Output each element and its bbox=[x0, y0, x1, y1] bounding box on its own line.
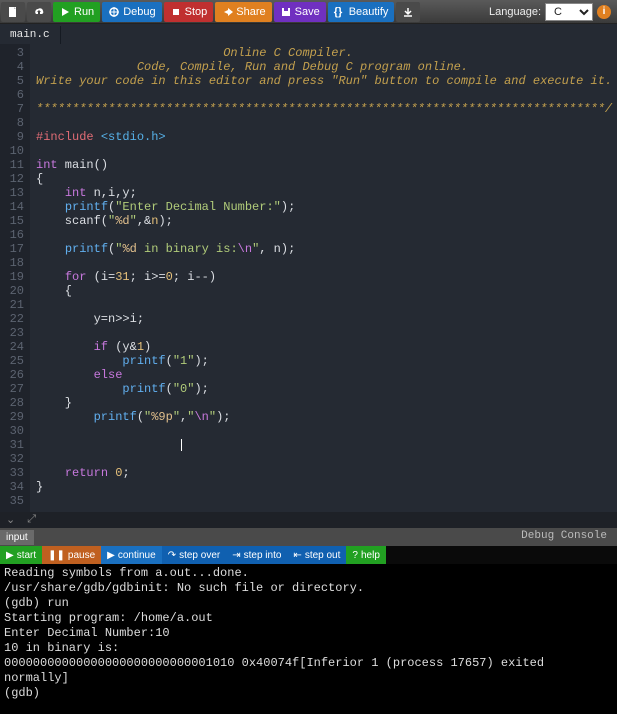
download-button[interactable] bbox=[396, 2, 420, 22]
step-over-icon: ↷ bbox=[168, 550, 176, 561]
stop-button[interactable]: Stop bbox=[164, 2, 214, 22]
language-selector: Language: C i bbox=[489, 3, 617, 21]
braces-icon: {} bbox=[334, 6, 346, 18]
debug-button[interactable]: Debug bbox=[102, 2, 161, 22]
share-label: Share bbox=[236, 6, 265, 18]
debug-start-button[interactable]: ▶start bbox=[0, 546, 42, 564]
stop-icon bbox=[170, 6, 182, 18]
bug-icon bbox=[108, 6, 120, 18]
share-button[interactable]: Share bbox=[215, 2, 271, 22]
play-icon: ▶ bbox=[107, 550, 115, 561]
run-label: Run bbox=[74, 6, 94, 18]
debug-step-into-button[interactable]: ⇥step into bbox=[226, 546, 287, 564]
step-out-icon: ⇤ bbox=[293, 550, 301, 561]
debug-help-button[interactable]: ?help bbox=[346, 546, 385, 564]
run-button[interactable]: Run bbox=[53, 2, 100, 22]
language-label: Language: bbox=[489, 6, 541, 18]
step-into-icon: ⇥ bbox=[232, 550, 240, 561]
input-tab[interactable]: input bbox=[0, 530, 34, 545]
tab-main-c[interactable]: main.c bbox=[0, 26, 61, 44]
pause-icon: ❚❚ bbox=[48, 550, 65, 561]
info-icon[interactable]: i bbox=[597, 5, 611, 19]
upload-button[interactable] bbox=[27, 2, 51, 22]
toolbar: Run Debug Stop Share Save {} Beautify La… bbox=[0, 0, 617, 24]
beautify-label: Beautify bbox=[349, 6, 389, 18]
play-icon bbox=[59, 6, 71, 18]
stop-label: Stop bbox=[185, 6, 208, 18]
line-gutter: 3456789101112131415161718192021222324252… bbox=[0, 44, 30, 512]
debug-label: Debug bbox=[123, 6, 155, 18]
chevron-down-icon[interactable]: ⌄ bbox=[0, 513, 21, 527]
debug-console[interactable]: Reading symbols from a.out...done. /usr/… bbox=[0, 564, 617, 714]
save-icon bbox=[280, 6, 292, 18]
help-icon: ? bbox=[352, 550, 358, 561]
share-icon bbox=[221, 6, 233, 18]
debug-console-tab[interactable]: Debug Console bbox=[521, 530, 607, 542]
new-file-button[interactable] bbox=[1, 2, 25, 22]
save-label: Save bbox=[295, 6, 320, 18]
editor-tabbar: main.c bbox=[0, 24, 617, 44]
panel-divider[interactable]: ⌄ ⤢ bbox=[0, 512, 617, 528]
expand-icon[interactable]: ⤢ bbox=[21, 514, 42, 526]
language-select[interactable]: C bbox=[545, 3, 593, 21]
file-icon bbox=[7, 6, 19, 18]
cloud-up-icon bbox=[33, 6, 45, 18]
beautify-button[interactable]: {} Beautify bbox=[328, 2, 395, 22]
code-editor[interactable]: 3456789101112131415161718192021222324252… bbox=[0, 44, 617, 512]
play-icon: ▶ bbox=[6, 550, 14, 561]
debug-continue-button[interactable]: ▶continue bbox=[101, 546, 162, 564]
debug-controls: ▶start ❚❚pause ▶continue ↷step over ⇥ste… bbox=[0, 546, 617, 564]
code-area[interactable]: Online C Compiler. Code, Compile, Run an… bbox=[30, 44, 617, 512]
save-button[interactable]: Save bbox=[274, 2, 326, 22]
debug-step-out-button[interactable]: ⇤step out bbox=[287, 546, 346, 564]
download-icon bbox=[402, 6, 414, 18]
debug-step-over-button[interactable]: ↷step over bbox=[162, 546, 227, 564]
debug-pause-button[interactable]: ❚❚pause bbox=[42, 546, 101, 564]
